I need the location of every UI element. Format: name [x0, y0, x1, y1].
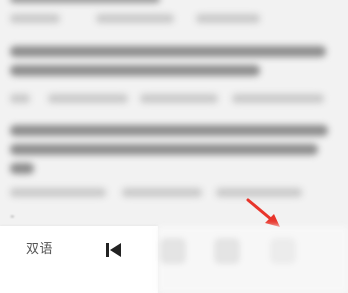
- menu-button-blurred[interactable]: [270, 238, 296, 264]
- bilingual-toggle-button[interactable]: 双语: [26, 238, 53, 257]
- toolbar-panel: 双语: [0, 226, 158, 293]
- timestamp-fragment: ⁃: [10, 213, 15, 223]
- skip-previous-icon[interactable]: [104, 240, 124, 260]
- sentence-meta: [10, 94, 332, 104]
- app-screen: ⁃ 双语: [0, 0, 348, 293]
- bottom-toolbar: 双语: [0, 226, 348, 293]
- sentence-text: [10, 125, 332, 174]
- next-button-blurred[interactable]: [214, 238, 240, 264]
- play-button-blurred[interactable]: [160, 238, 186, 264]
- toolbar-blurred-area: [158, 226, 348, 293]
- sentence-meta: [10, 14, 332, 24]
- sentence-text: [10, 0, 332, 3]
- sentence-text: [10, 46, 332, 76]
